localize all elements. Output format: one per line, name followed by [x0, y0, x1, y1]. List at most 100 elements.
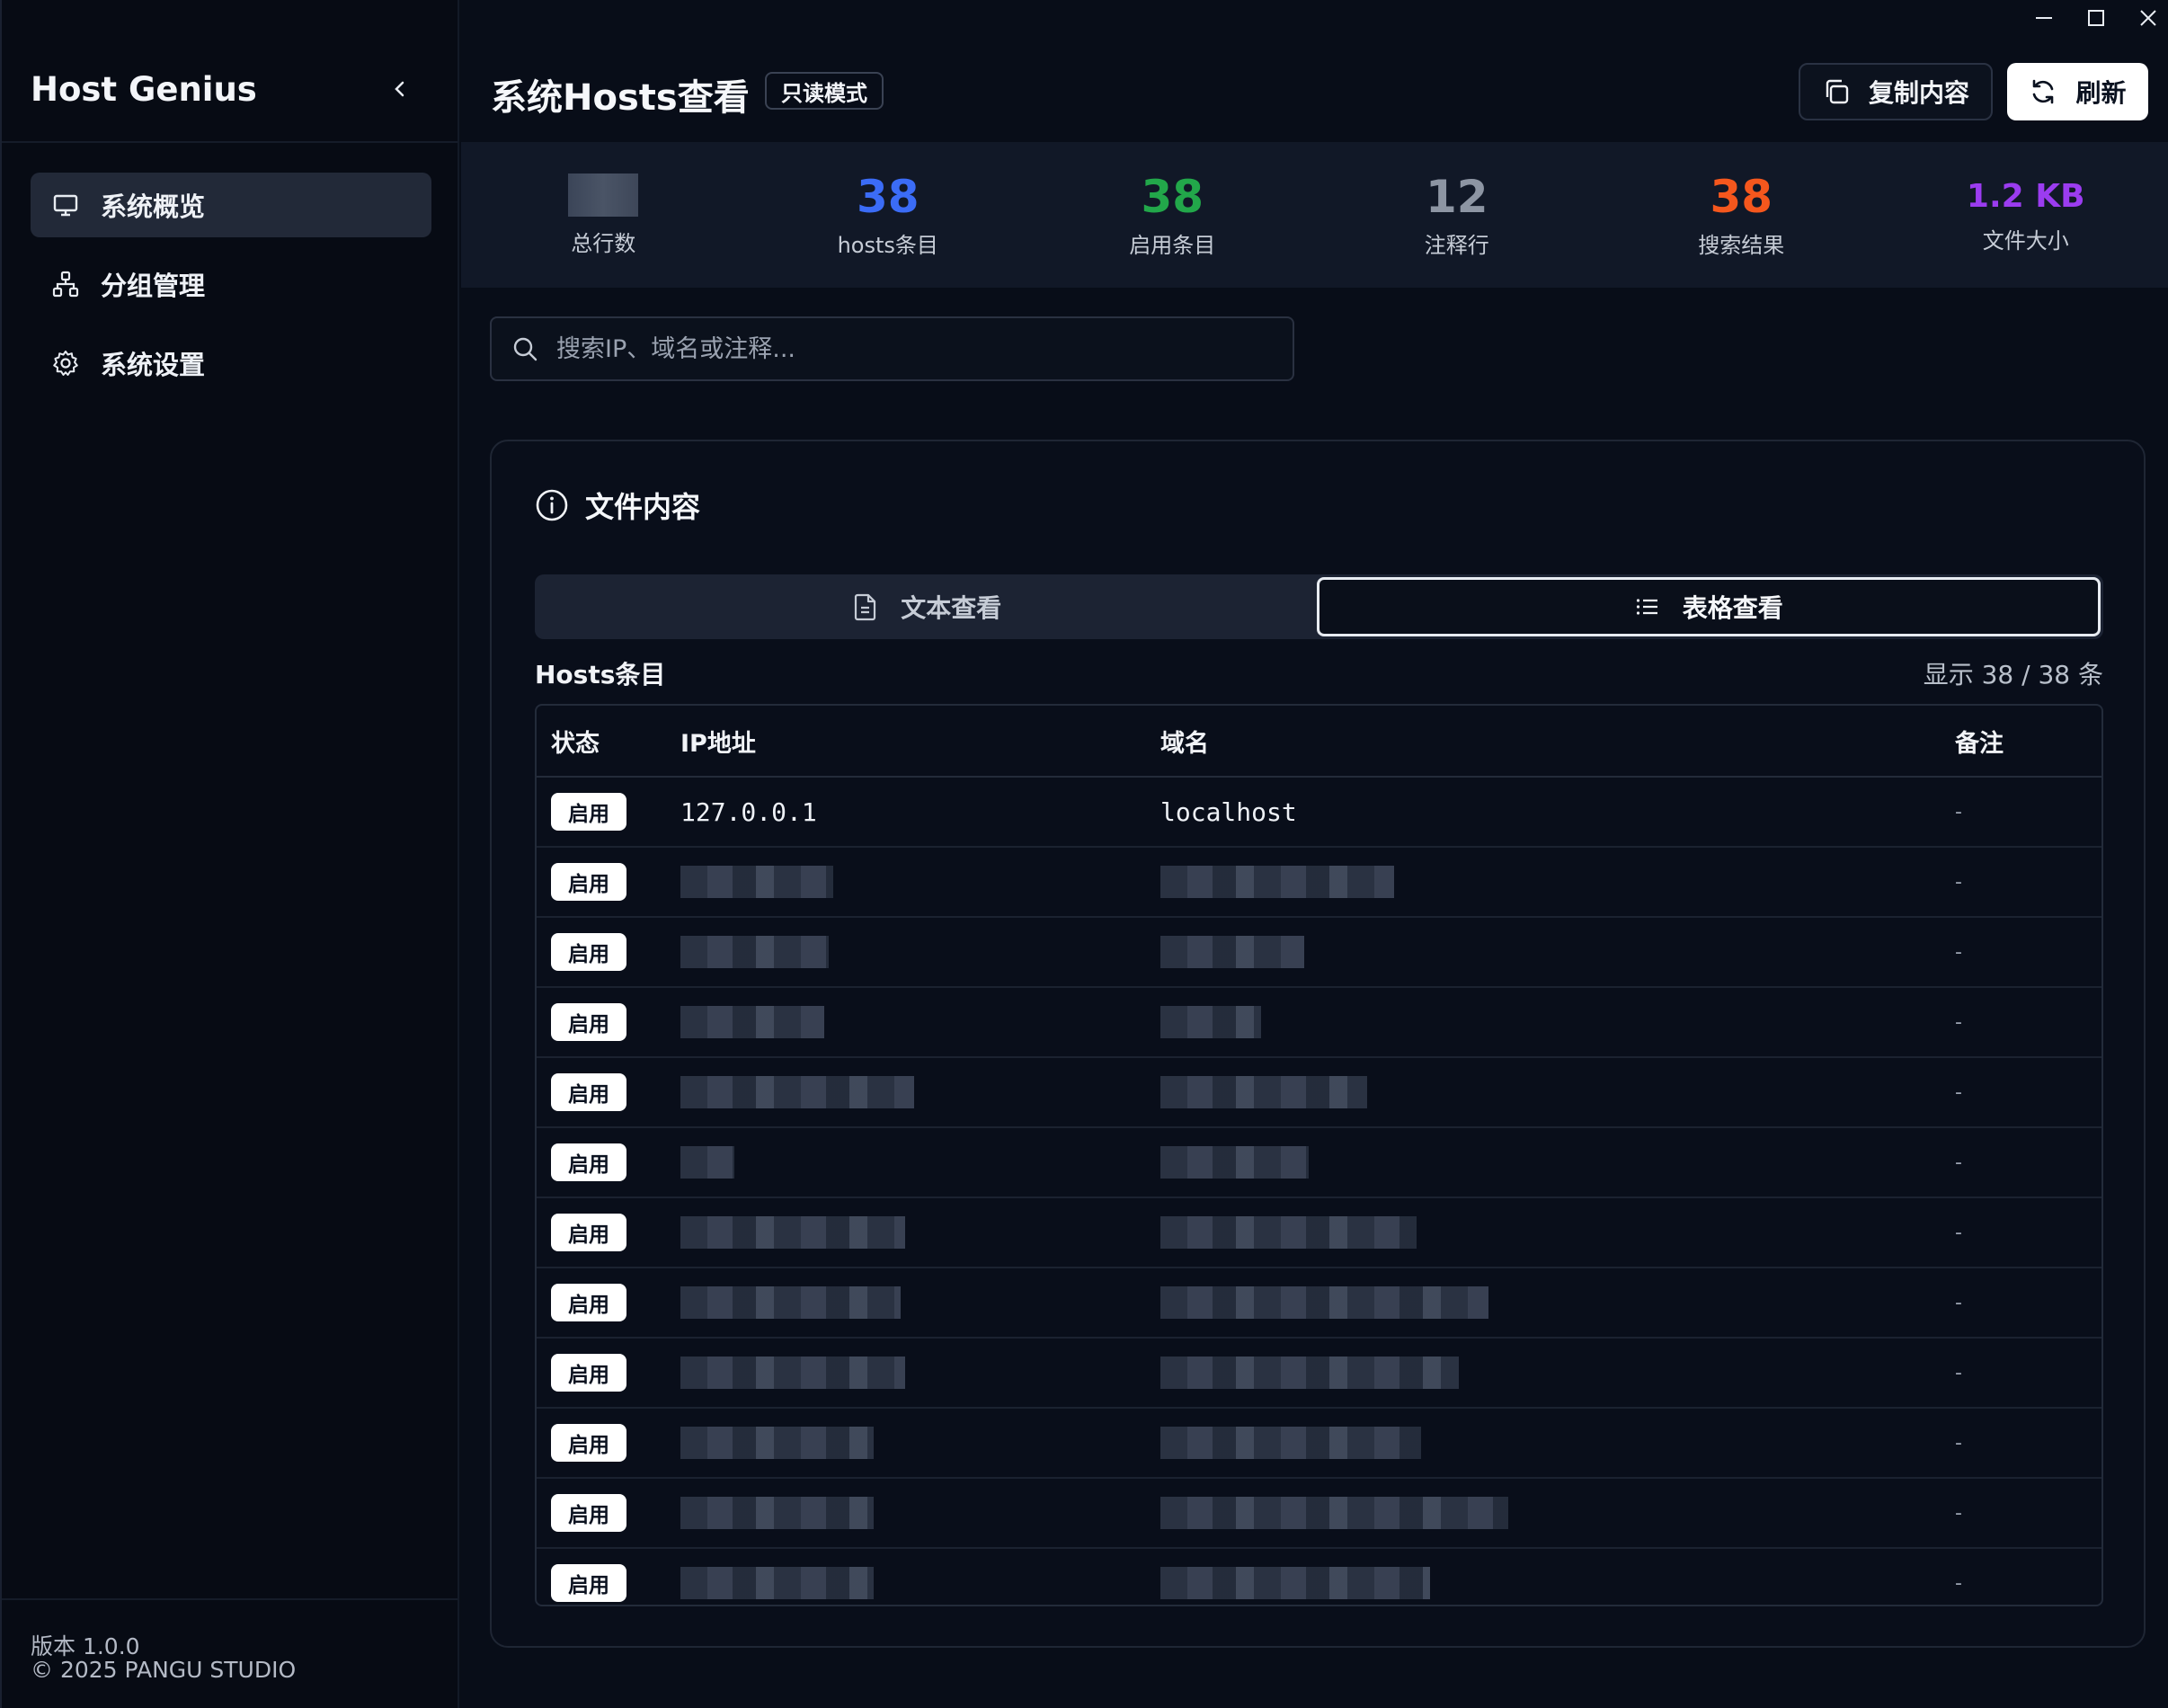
ip-cell: 127.0.0.1: [680, 797, 1160, 827]
domain-cell: [1160, 1006, 1955, 1038]
domain-cell: [1160, 1497, 1955, 1529]
status-cell: 启用: [537, 1003, 680, 1041]
domain-cell: [1160, 1427, 1955, 1459]
table-row[interactable]: 启用 -: [537, 1549, 2101, 1605]
refresh-button[interactable]: 刷新: [2007, 63, 2148, 120]
redacted-domain: [1160, 1286, 1488, 1319]
close-icon[interactable]: [2136, 5, 2161, 31]
status-badge[interactable]: 启用: [551, 793, 626, 831]
note-cell: -: [1955, 1572, 2101, 1595]
note-cell: -: [1955, 1011, 2101, 1034]
status-cell: 启用: [537, 1073, 680, 1111]
stat-total-lines: 总行数: [461, 142, 746, 288]
column-domain[interactable]: 域名: [1160, 724, 1955, 759]
status-badge[interactable]: 启用: [551, 1424, 626, 1462]
maximize-icon[interactable]: [2084, 5, 2109, 31]
status-badge[interactable]: 启用: [551, 1494, 626, 1532]
redacted-domain: [1160, 1146, 1309, 1179]
status-cell: 启用: [537, 1354, 680, 1392]
table-row[interactable]: 启用 -: [537, 848, 2101, 918]
status-badge[interactable]: 启用: [551, 1003, 626, 1041]
redacted-ip: [680, 1006, 824, 1038]
list-count: 显示 38 / 38 条: [1923, 660, 2103, 689]
table-row[interactable]: 启用 -: [537, 1339, 2101, 1409]
status-badge[interactable]: 启用: [551, 863, 626, 901]
table-row[interactable]: 启用 -: [537, 1058, 2101, 1128]
search-input[interactable]: [556, 334, 1275, 363]
sidebar-item-settings[interactable]: 系统设置: [31, 331, 431, 396]
stat-label: hosts条目: [837, 232, 938, 258]
view-tabs: 文本查看 表格查看: [535, 574, 2103, 639]
sidebar-item-label: 系统概览: [101, 191, 206, 222]
minimize-icon[interactable]: [2031, 5, 2057, 31]
tab-label: 表格查看: [1682, 593, 1783, 623]
status-cell: 启用: [537, 1494, 680, 1532]
redacted-ip: [680, 1076, 914, 1108]
sidebar: Host Genius 系统概览 分组管理 系统设置 版本 1.0.0 © 20…: [0, 0, 459, 1708]
copy-content-button[interactable]: 复制内容: [1799, 63, 1993, 120]
file-content-card: 文件内容 文本查看 表格查看 Hosts条目 显示 38 / 38 条 状态 I…: [490, 440, 2146, 1648]
status-badge[interactable]: 启用: [551, 1284, 626, 1321]
status-badge[interactable]: 启用: [551, 1564, 626, 1602]
ip-cell: [680, 936, 1160, 968]
table-body: 启用 127.0.0.1 localhost - 启用 - 启用 - 启用 - 启用 - 启用 - 启用 - 启…: [537, 778, 2101, 1605]
domain-cell: [1160, 1286, 1955, 1319]
redacted-ip: [680, 1427, 874, 1459]
stat-label: 搜索结果: [1698, 232, 1785, 258]
note-text: -: [1955, 800, 1962, 823]
note-cell: -: [1955, 801, 2101, 823]
status-badge[interactable]: 启用: [551, 1143, 626, 1181]
table-row[interactable]: 启用 -: [537, 918, 2101, 988]
table-row[interactable]: 启用 -: [537, 988, 2101, 1058]
redacted-ip: [680, 1286, 901, 1319]
table-row[interactable]: 启用 -: [537, 1198, 2101, 1268]
table-row[interactable]: 启用 127.0.0.1 localhost -: [537, 778, 2101, 848]
stat-search-results: 38 搜索结果: [1599, 142, 1884, 288]
domain-name: localhost: [1160, 796, 1297, 827]
stat-value: 38: [856, 170, 920, 223]
note-cell: -: [1955, 871, 2101, 894]
tab-text-view[interactable]: 文本查看: [538, 577, 1317, 636]
note-text: -: [1955, 1361, 1962, 1384]
redacted-ip: [680, 1567, 874, 1599]
note-text: -: [1955, 940, 1962, 964]
redacted-value: [568, 173, 639, 217]
column-ip[interactable]: IP地址: [680, 724, 1160, 759]
sidebar-item-groups[interactable]: 分组管理: [31, 252, 431, 316]
table-row[interactable]: 启用 -: [537, 1128, 2101, 1198]
status-badge[interactable]: 启用: [551, 933, 626, 971]
note-cell: -: [1955, 1502, 2101, 1525]
redacted-domain: [1160, 1216, 1417, 1249]
ip-cell: [680, 1497, 1160, 1529]
status-cell: 启用: [537, 793, 680, 831]
domain-cell: localhost: [1160, 797, 1955, 827]
card-title-text: 文件内容: [585, 490, 701, 524]
divider: [2, 1598, 458, 1600]
gear-icon: [50, 348, 81, 378]
redacted-domain: [1160, 1497, 1508, 1529]
table-row[interactable]: 启用 -: [537, 1479, 2101, 1549]
status-cell: 启用: [537, 1424, 680, 1462]
table-row[interactable]: 启用 -: [537, 1409, 2101, 1479]
ip-address: 127.0.0.1: [680, 796, 817, 827]
domain-cell: [1160, 936, 1955, 968]
collapse-sidebar-button[interactable]: [387, 76, 413, 102]
column-note[interactable]: 备注: [1955, 724, 2101, 759]
table-row[interactable]: 启用 -: [537, 1268, 2101, 1339]
stat-label: 注释行: [1424, 232, 1489, 258]
copy-icon: [1826, 79, 1849, 104]
redacted-ip: [680, 1357, 905, 1389]
tab-table-view[interactable]: 表格查看: [1316, 577, 2101, 636]
document-icon: [855, 593, 876, 621]
status-badge[interactable]: 启用: [551, 1354, 626, 1392]
sidebar-item-overview[interactable]: 系统概览: [31, 173, 431, 237]
column-status[interactable]: 状态: [537, 724, 680, 759]
status-badge[interactable]: 启用: [551, 1073, 626, 1111]
status-badge[interactable]: 启用: [551, 1214, 626, 1251]
readonly-badge: 只读模式: [765, 72, 884, 110]
ip-cell: [680, 1146, 1160, 1179]
stat-label: 启用条目: [1129, 232, 1216, 258]
stat-enabled-entries: 38 启用条目: [1030, 142, 1315, 288]
tab-label: 文本查看: [901, 593, 1002, 623]
refresh-icon: [2033, 79, 2054, 104]
